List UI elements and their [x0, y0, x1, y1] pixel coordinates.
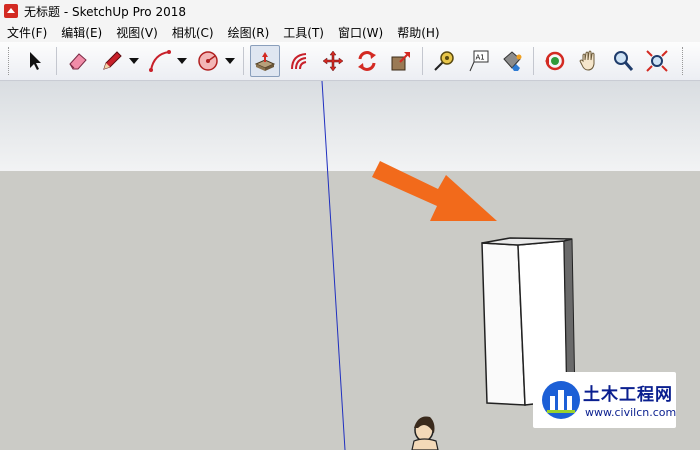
chevron-down-icon	[225, 58, 235, 64]
menu-edit[interactable]: 编辑(E)	[54, 24, 109, 41]
watermark-url: www.civilcn.com	[585, 406, 677, 419]
hand-icon	[579, 50, 595, 71]
menu-camera[interactable]: 相机(C)	[165, 24, 221, 41]
zoom-extents-tool-button[interactable]	[642, 45, 672, 77]
offset-tool-button[interactable]	[284, 45, 314, 77]
toolbar-separator	[422, 47, 423, 75]
paint-bucket-tool-button[interactable]	[497, 45, 527, 77]
modeling-viewport[interactable]: 土木工程网 www.civilcn.com	[0, 81, 700, 450]
arc-dropdown[interactable]	[177, 46, 187, 76]
polygon-icon	[198, 51, 218, 71]
menu-draw[interactable]: 绘图(R)	[221, 24, 277, 41]
paint-bucket-icon	[503, 51, 522, 71]
pencil-dropdown[interactable]	[129, 46, 139, 76]
watermark-badge: 土木工程网 www.civilcn.com	[533, 372, 676, 428]
tape-measure-icon	[434, 51, 454, 71]
zoom-tool-button[interactable]	[608, 45, 638, 77]
toolbar-separator	[56, 47, 57, 75]
civilcn-logo-icon	[542, 381, 580, 419]
pencil-icon	[103, 51, 122, 70]
title-bar: 无标题 - SketchUp Pro 2018	[0, 0, 700, 22]
eraser-icon	[69, 53, 87, 70]
pencil-tool-button[interactable]	[97, 45, 127, 77]
menu-bar: 文件(F) 编辑(E) 视图(V) 相机(C) 绘图(R) 工具(T) 窗口(W…	[0, 22, 700, 42]
zoom-extents-icon	[646, 50, 668, 72]
polygon-dropdown[interactable]	[225, 46, 235, 76]
move-icon	[322, 50, 344, 72]
orbit-icon	[545, 51, 565, 71]
push-pull-tool-button[interactable]	[250, 45, 280, 77]
watermark-site-name: 土木工程网	[583, 385, 673, 405]
menu-file[interactable]: 文件(F)	[0, 24, 54, 41]
orbit-tool-button[interactable]	[540, 45, 570, 77]
push-pull-icon	[254, 52, 276, 71]
sketchup-logo-icon	[4, 4, 18, 18]
move-tool-button[interactable]	[318, 45, 348, 77]
chevron-down-icon	[177, 58, 187, 64]
toolbar-grip[interactable]	[8, 47, 12, 75]
rotate-tool-button[interactable]	[352, 45, 382, 77]
menu-tools[interactable]: 工具(T)	[276, 24, 331, 41]
menu-window[interactable]: 窗口(W)	[331, 24, 390, 41]
arc-tool-button[interactable]	[145, 45, 175, 77]
blue-axis-line	[321, 81, 346, 450]
offset-icon	[291, 53, 307, 70]
window-title: 无标题 - SketchUp Pro 2018	[24, 4, 186, 19]
text-icon: A1	[469, 50, 489, 72]
human-figure	[411, 416, 439, 450]
arc-icon	[149, 50, 171, 72]
orange-pointer-arrow	[372, 161, 497, 221]
toolbar-separator	[243, 47, 244, 75]
menu-view[interactable]: 视图(V)	[109, 24, 165, 41]
eraser-tool-button[interactable]	[63, 45, 93, 77]
toolbar: A1	[0, 42, 700, 81]
select-tool-button[interactable]	[20, 45, 50, 77]
tape-measure-tool-button[interactable]	[429, 45, 459, 77]
pan-tool-button[interactable]	[574, 45, 604, 77]
magnifier-icon	[614, 51, 634, 71]
arrow-cursor-icon	[30, 52, 41, 70]
toolbar-separator	[533, 47, 534, 75]
polygon-tool-button[interactable]	[193, 45, 223, 77]
menu-help[interactable]: 帮助(H)	[390, 24, 446, 41]
text-tool-label: A1	[476, 54, 485, 62]
scale-tool-button[interactable]	[386, 45, 416, 77]
toolbar-grip[interactable]	[682, 47, 686, 75]
scale-icon	[391, 52, 410, 71]
chevron-down-icon	[129, 58, 139, 64]
rotate-icon	[358, 51, 376, 71]
text-tool-button[interactable]: A1	[463, 45, 493, 77]
